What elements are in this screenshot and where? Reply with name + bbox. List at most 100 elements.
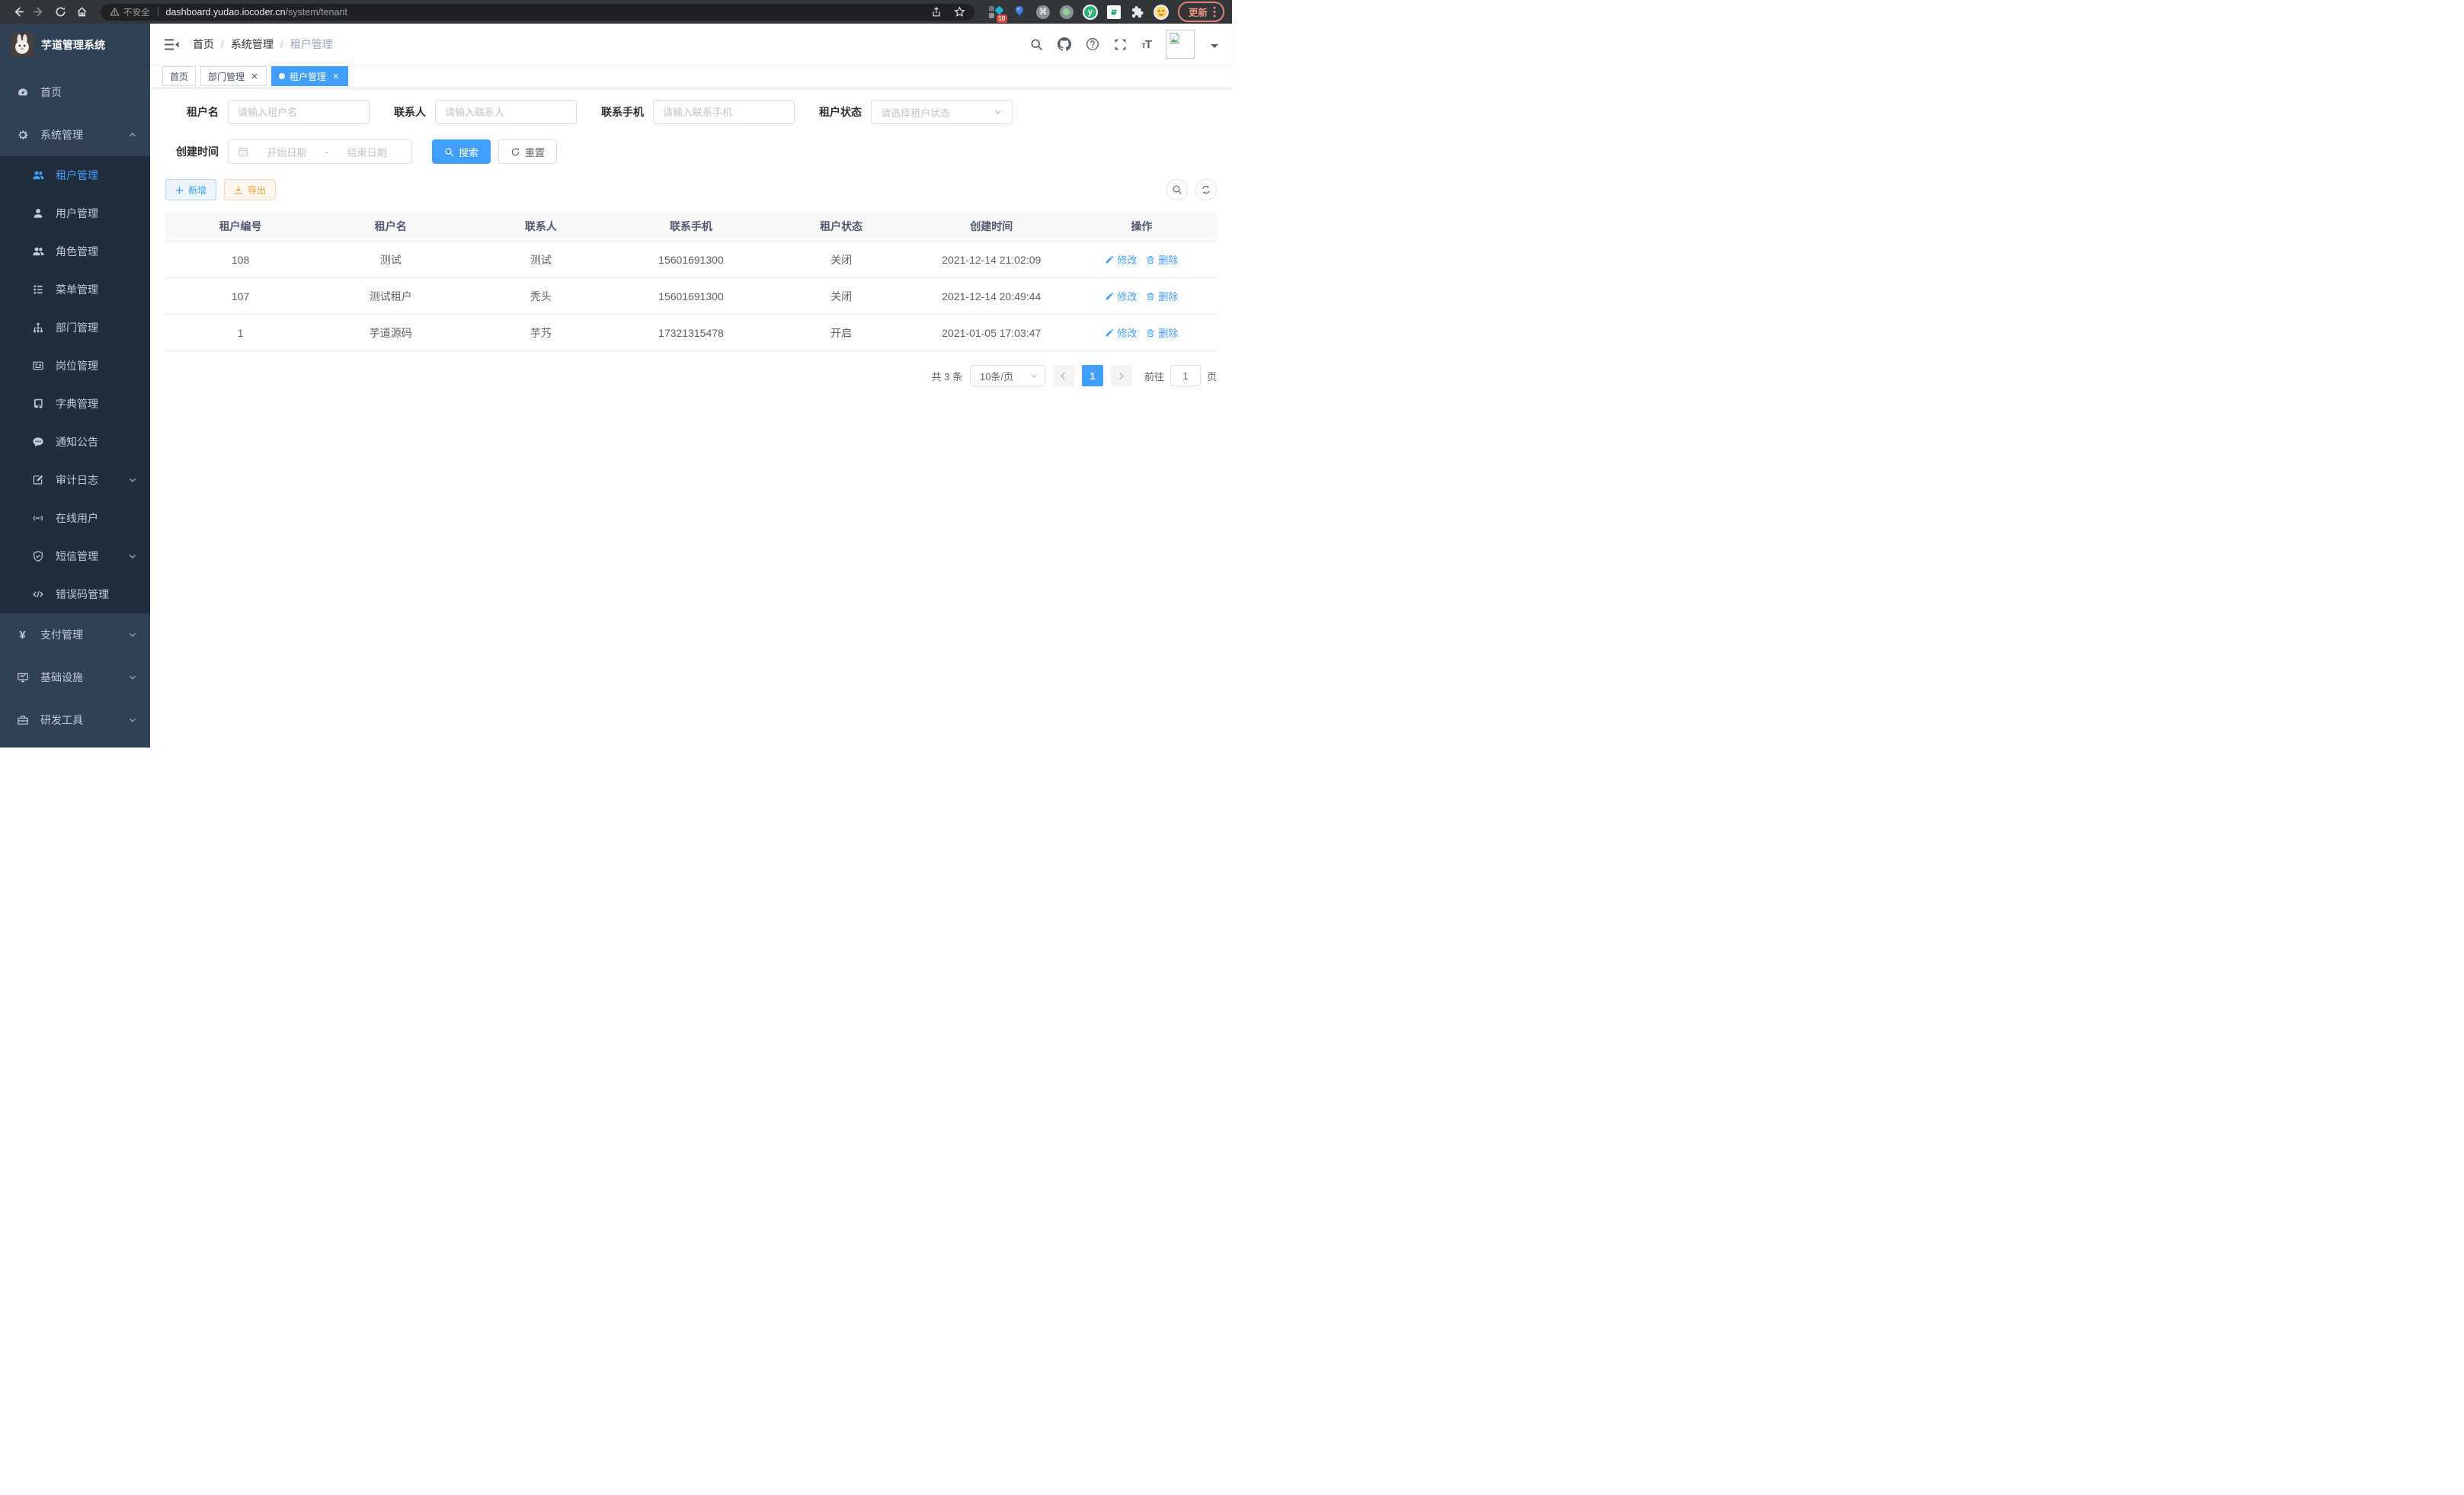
sidebar-item-audit-log[interactable]: 审计日志 — [0, 461, 150, 499]
sidebar-item-post[interactable]: 岗位管理 — [0, 347, 150, 385]
close-icon[interactable] — [331, 72, 341, 82]
contact-input[interactable] — [445, 101, 567, 123]
sidebar-item-devtools[interactable]: 研发工具 — [0, 699, 150, 741]
chevron-down-icon — [128, 673, 137, 682]
browser-menu-icon[interactable] — [1213, 6, 1216, 18]
sidebar-item-menu[interactable]: 菜单管理 — [0, 271, 150, 309]
app-title: 芋道管理系统 — [41, 37, 105, 53]
chevron-down-icon — [128, 715, 137, 725]
extension-command-icon[interactable]: ⌘ — [1035, 5, 1051, 20]
share-icon[interactable] — [931, 7, 942, 18]
edit-link[interactable]: 修改 — [1105, 289, 1137, 303]
sidebar-collapse-icon[interactable] — [162, 35, 182, 54]
sidebar-item-dept[interactable]: 部门管理 — [0, 309, 150, 347]
tags-view: 首页 部门管理 租户管理 — [150, 65, 1232, 88]
browser-update-button[interactable]: 更新 — [1178, 2, 1224, 22]
team-icon — [31, 245, 44, 258]
sidebar-item-system[interactable]: 系统管理 — [0, 114, 150, 156]
page-size-select[interactable]: 10条/页 — [970, 365, 1045, 386]
add-button[interactable]: 新增 — [165, 179, 216, 200]
extension-y-icon[interactable]: y — [1083, 5, 1098, 20]
breadcrumb-home[interactable]: 首页 — [193, 37, 214, 52]
sidebar-item-sms[interactable]: 短信管理 — [0, 537, 150, 575]
sidebar-item-pay[interactable]: ¥ 支付管理 — [0, 613, 150, 656]
tenant-table: 租户编号 租户名 联系人 联系手机 租户状态 创建时间 操作 108 测试 测试… — [165, 211, 1217, 351]
hide-search-button[interactable] — [1166, 179, 1188, 200]
create-time-range-picker[interactable]: 开始日期 - 结束日期 — [228, 139, 412, 164]
bookmark-star-icon[interactable] — [954, 6, 965, 18]
page-number-1[interactable]: 1 — [1082, 365, 1103, 386]
browser-forward-button[interactable] — [29, 2, 49, 22]
avatar[interactable] — [1166, 30, 1195, 59]
edit-link[interactable]: 修改 — [1105, 252, 1137, 267]
address-bar[interactable]: 不安全 dashboard.yudao.iocoder.cn/system/te… — [101, 4, 974, 21]
fullscreen-icon[interactable] — [1114, 38, 1127, 51]
close-icon[interactable] — [249, 72, 259, 82]
search-icon — [1172, 184, 1182, 195]
sidebar-item-dict[interactable]: 字典管理 — [0, 385, 150, 423]
breadcrumb-separator: / — [221, 38, 224, 50]
reset-button[interactable]: 重置 — [498, 139, 557, 164]
font-size-icon[interactable]: тT — [1141, 38, 1151, 51]
status-select[interactable]: 请选择租户状态 — [871, 100, 1013, 124]
chevron-down-icon — [1030, 372, 1038, 380]
sidebar-item-home[interactable]: 首页 — [0, 71, 150, 114]
profile-avatar-icon[interactable] — [1154, 5, 1169, 20]
chevron-up-icon — [128, 130, 137, 139]
tenant-page: 租户名 联系人 联系手机 租户状态 请选择租户状态 — [150, 88, 1232, 748]
extension-chat-icon[interactable] — [1106, 5, 1122, 20]
trash-icon — [1146, 255, 1155, 264]
extensions-puzzle-icon[interactable] — [1130, 5, 1145, 20]
help-icon[interactable] — [1086, 37, 1099, 51]
plus-icon — [175, 186, 184, 194]
end-date-placeholder: 结束日期 — [331, 145, 402, 159]
browser-reload-button[interactable] — [50, 2, 70, 22]
avatar-dropdown-caret[interactable] — [1211, 44, 1218, 52]
edit-link[interactable]: 修改 — [1105, 325, 1137, 340]
github-icon[interactable] — [1058, 37, 1071, 51]
security-label: 不安全 — [123, 6, 150, 18]
chevron-left-icon — [1060, 372, 1067, 380]
tab-tenant[interactable]: 租户管理 — [271, 66, 348, 86]
search-button[interactable]: 搜索 — [432, 139, 491, 164]
user-icon — [31, 207, 44, 220]
sidebar-item-tenant[interactable]: 租户管理 — [0, 156, 150, 194]
breadcrumb-system[interactable]: 系统管理 — [231, 37, 274, 52]
delete-link[interactable]: 删除 — [1146, 325, 1178, 340]
sidebar-item-error-code[interactable]: 错误码管理 — [0, 575, 150, 613]
trash-icon — [1146, 328, 1155, 338]
sidebar-item-user[interactable]: 用户管理 — [0, 194, 150, 232]
sidebar-item-infra[interactable]: 基础设施 — [0, 656, 150, 699]
export-button[interactable]: 导出 — [224, 179, 276, 200]
contact-label: 联系人 — [394, 104, 426, 120]
prev-page-button[interactable] — [1053, 365, 1074, 386]
tab-home[interactable]: 首页 — [162, 66, 196, 86]
delete-link[interactable]: 删除 — [1146, 289, 1178, 303]
tenant-name-label: 租户名 — [165, 104, 219, 120]
refresh-table-button[interactable] — [1195, 179, 1217, 200]
browser-back-button[interactable] — [8, 2, 27, 22]
mobile-input[interactable] — [663, 101, 785, 123]
sidebar-item-online-user[interactable]: 在线用户 — [0, 499, 150, 537]
next-page-button[interactable] — [1111, 365, 1132, 386]
sidebar-menu: 首页 系统管理 租户管理 用户管理 角色管理 菜单管理 部门管理 岗位管理 字典… — [0, 66, 150, 748]
tab-dept[interactable]: 部门管理 — [200, 66, 267, 86]
extension-recorder-icon[interactable] — [1059, 5, 1074, 20]
header-search-icon[interactable] — [1030, 38, 1043, 51]
table-body: 108 测试 测试 15601691300 关闭 2021-12-14 21:0… — [165, 242, 1217, 351]
browser-home-button[interactable] — [72, 2, 91, 22]
goto-page-input[interactable] — [1170, 365, 1201, 386]
edit-icon — [1105, 255, 1114, 264]
app-logo[interactable]: 芋道管理系统 — [0, 24, 150, 66]
security-status[interactable]: 不安全 — [110, 6, 150, 18]
post-icon — [31, 360, 44, 373]
toolbox-icon — [16, 714, 29, 727]
sidebar-item-notice[interactable]: 通知公告 — [0, 423, 150, 461]
delete-link[interactable]: 删除 — [1146, 252, 1178, 267]
tenant-name-input[interactable] — [238, 101, 360, 123]
sidebar-item-role[interactable]: 角色管理 — [0, 232, 150, 271]
org-icon — [31, 322, 44, 335]
extension-badge: 10 — [997, 14, 1007, 23]
extension-devtools-icon[interactable]: 10 — [988, 5, 1003, 20]
extension-balloon-icon[interactable] — [1012, 5, 1027, 20]
